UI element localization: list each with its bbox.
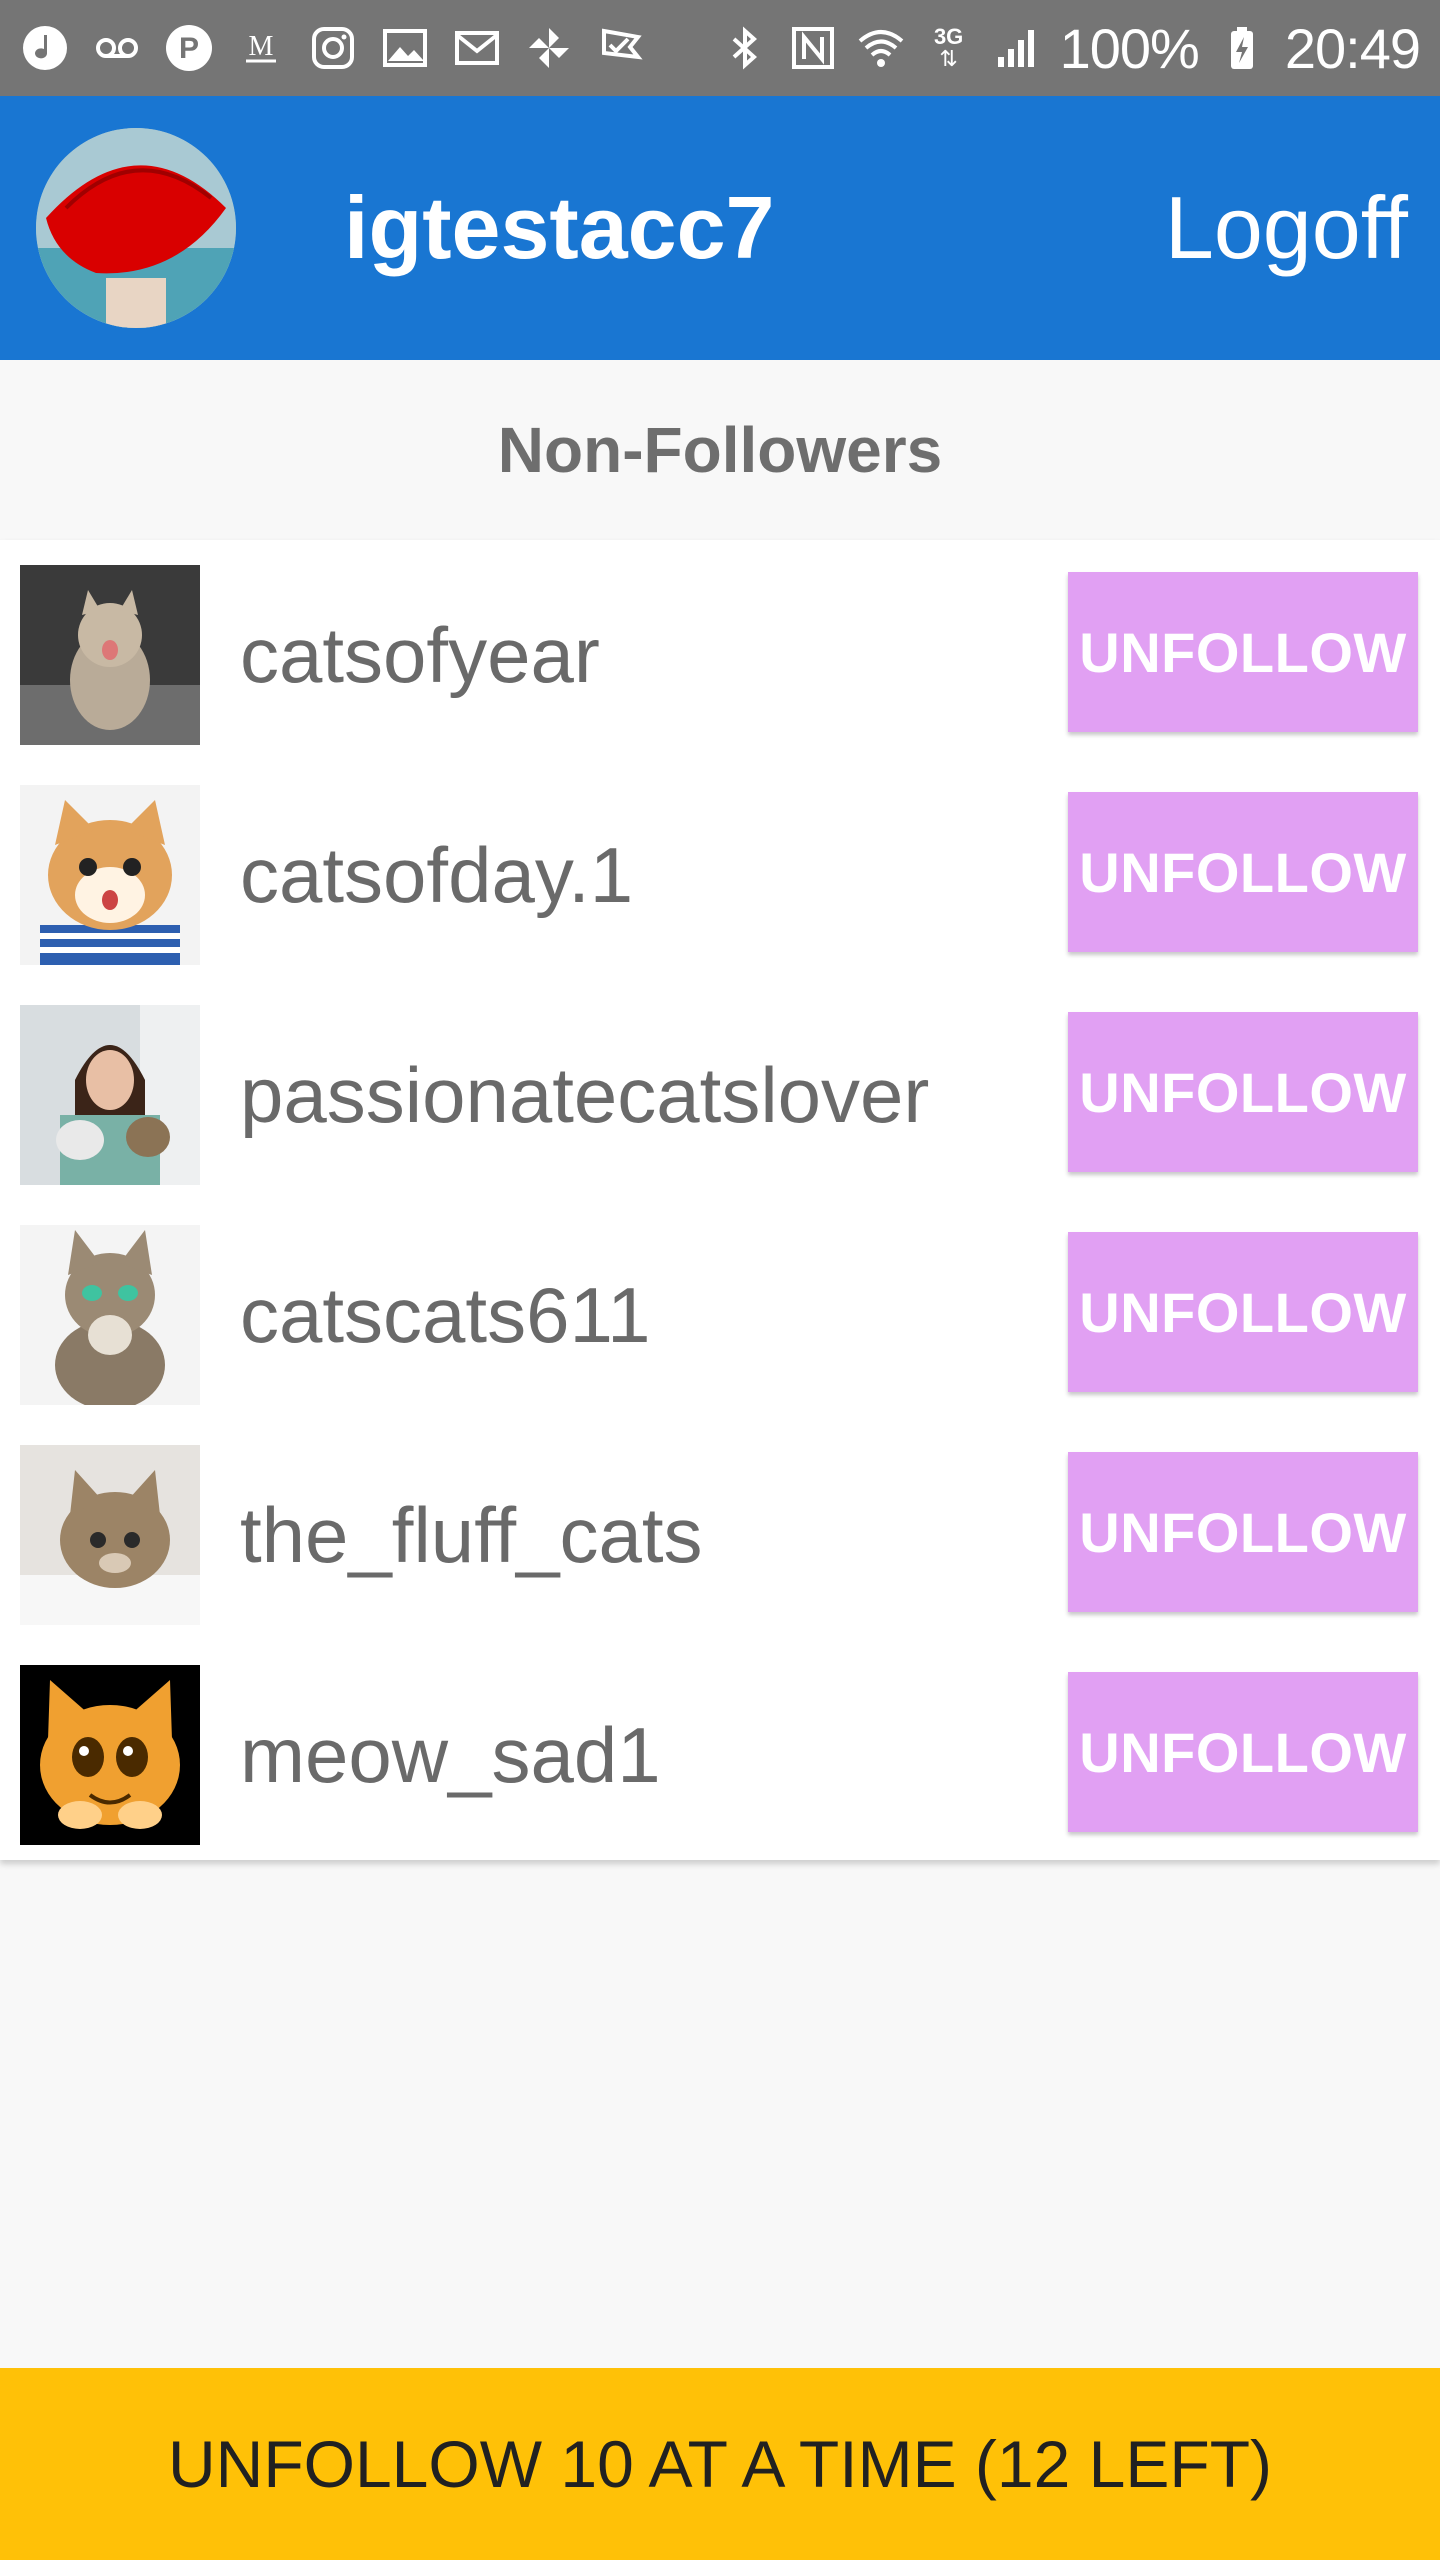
unfollow-button[interactable]: UNFOLLOW <box>1068 572 1418 732</box>
nfc-icon <box>788 23 838 73</box>
battery-percent: 100% <box>1059 16 1200 80</box>
battery-charging-icon <box>1217 23 1267 73</box>
parking-app-icon: P <box>164 23 214 73</box>
music-note-icon <box>20 23 70 73</box>
user-thumbnail <box>20 785 200 965</box>
unfollow-button[interactable]: UNFOLLOW <box>1068 1672 1418 1832</box>
gmail-m-icon: M <box>236 23 286 73</box>
unfollow-batch-button[interactable]: UNFOLLOW 10 AT A TIME (12 LEFT) <box>0 2368 1440 2560</box>
list-item: passionatecatslover UNFOLLOW <box>0 980 1440 1200</box>
list-item: catscats611 UNFOLLOW <box>0 1200 1440 1420</box>
user-thumbnail <box>20 1005 200 1185</box>
network-type-label: 3G <box>933 24 964 49</box>
svg-text:P: P <box>179 32 199 65</box>
user-name: meow_sad1 <box>240 1710 661 1799</box>
list-item: meow_sad1 UNFOLLOW <box>0 1640 1440 1860</box>
user-thumbnail <box>20 1225 200 1405</box>
user-thumbnail <box>20 565 200 745</box>
user-thumbnail <box>20 1665 200 1845</box>
account-username: igtestacc7 <box>344 178 775 277</box>
svg-text:M: M <box>249 31 274 62</box>
pinwheel-icon <box>524 23 574 73</box>
system-status: 3G ⇅ 100% 20:49 <box>720 16 1421 81</box>
user-name: passionatecatslover <box>240 1050 930 1139</box>
unfollow-button[interactable]: UNFOLLOW <box>1068 792 1418 952</box>
network-3g-icon: 3G ⇅ <box>933 24 964 71</box>
user-name: catscats611 <box>240 1270 651 1359</box>
user-name: catsofyear <box>240 610 600 699</box>
list-item: the_fluff_cats UNFOLLOW <box>0 1420 1440 1640</box>
status-bar: P M 3G ⇅ 100% 20:49 <box>0 0 1440 96</box>
non-followers-list: catsofyear UNFOLLOW catsofday.1 UNFOLLOW <box>0 540 1440 1860</box>
app-bar: igtestacc7 Logoff <box>0 96 1440 360</box>
gallery-icon <box>380 23 430 73</box>
clock: 20:49 <box>1284 16 1421 80</box>
user-name: the_fluff_cats <box>240 1490 703 1579</box>
wifi-icon <box>856 23 906 73</box>
unfollow-button[interactable]: UNFOLLOW <box>1068 1452 1418 1612</box>
list-item: catsofyear UNFOLLOW <box>0 540 1440 760</box>
unfollow-button[interactable]: UNFOLLOW <box>1068 1232 1418 1392</box>
list-item: catsofday.1 UNFOLLOW <box>0 760 1440 980</box>
logoff-button[interactable]: Logoff <box>1165 96 1408 360</box>
bluetooth-icon <box>720 23 770 73</box>
user-name: catsofday.1 <box>240 830 634 919</box>
user-thumbnail <box>20 1445 200 1625</box>
check-flag-icon <box>596 23 646 73</box>
notification-icons: P M <box>20 23 646 73</box>
section-title: Non-Followers <box>497 414 943 486</box>
unfollow-button[interactable]: UNFOLLOW <box>1068 1012 1418 1172</box>
instagram-icon <box>308 23 358 73</box>
voicemail-icon <box>92 23 142 73</box>
signal-icon <box>992 23 1042 73</box>
profile-avatar[interactable] <box>36 128 236 328</box>
email-icon <box>452 23 502 73</box>
